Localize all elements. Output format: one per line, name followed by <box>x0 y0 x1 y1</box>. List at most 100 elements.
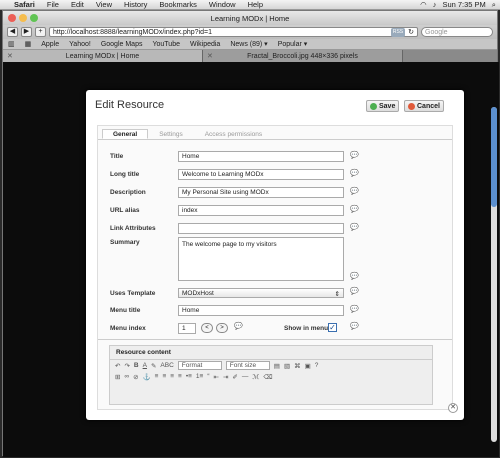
scrollbar-thumb[interactable] <box>491 107 497 207</box>
edit-icon[interactable]: ✐ <box>232 373 237 381</box>
bold-icon[interactable]: B <box>134 362 139 369</box>
indent-icon[interactable]: ⇥ <box>223 373 228 381</box>
insert-icon[interactable]: ⊞ <box>115 373 120 381</box>
menu-safari[interactable]: Safari <box>14 0 35 9</box>
paste-word-icon[interactable]: ▧ <box>284 362 290 370</box>
highlight-icon[interactable]: ✎ <box>151 362 156 370</box>
title-field[interactable]: Home <box>178 151 344 162</box>
back-button[interactable]: ◀ <box>7 27 18 37</box>
reload-icon[interactable]: ↻ <box>408 28 414 37</box>
align-center-icon[interactable]: ≡ <box>162 373 166 380</box>
cancel-icon <box>408 102 415 110</box>
tab-general[interactable]: General <box>102 129 149 139</box>
bookmark-news[interactable]: News (89) ▾ <box>230 40 267 48</box>
text-color-icon[interactable]: A <box>143 362 147 369</box>
bookmark-youtube[interactable]: YouTube <box>152 41 180 48</box>
tab-access-permissions[interactable]: Access permissions <box>194 129 273 139</box>
anchor-icon[interactable]: ⚓ <box>143 373 151 381</box>
add-bookmark-button[interactable]: + <box>35 27 46 37</box>
summary-textarea[interactable]: The welcome page to my visitors <box>178 237 344 281</box>
menu-view[interactable]: View <box>96 0 112 9</box>
help-icon[interactable]: 💬 <box>350 287 359 295</box>
undo-icon[interactable]: ↶ <box>115 362 120 370</box>
unlink-icon[interactable]: ⊘ <box>133 373 138 381</box>
close-window-icon[interactable] <box>8 14 16 22</box>
menu-help[interactable]: Help <box>248 0 263 9</box>
cancel-label: Cancel <box>417 102 440 110</box>
link-attributes-field[interactable] <box>178 223 344 234</box>
bookmark-wikipedia[interactable]: Wikipedia <box>190 41 220 48</box>
align-right-icon[interactable]: ≡ <box>170 373 174 380</box>
search-input[interactable]: Google <box>421 27 493 37</box>
tab-settings[interactable]: Settings <box>148 129 194 139</box>
font-size-select[interactable]: Font size <box>225 361 270 370</box>
zoom-window-icon[interactable] <box>30 14 38 22</box>
show-in-menu-checkbox[interactable]: ✓ <box>328 323 337 332</box>
increment-button[interactable]: > <box>216 323 228 333</box>
tab-fractal-broccoli[interactable]: ✕ Fractal_Broccoli.jpg 448×336 pixels <box>203 50 403 62</box>
long-title-field[interactable]: Welcome to Learning MODx <box>178 169 344 180</box>
volume-icon[interactable]: ♪ <box>433 0 437 9</box>
close-tab-icon[interactable]: ✕ <box>207 52 213 60</box>
bookmarks-grid-icon[interactable]: ▦ <box>25 40 32 48</box>
menu-window[interactable]: Window <box>209 0 236 9</box>
page-scrollbar[interactable] <box>491 107 497 442</box>
menu-title-field[interactable]: Home <box>178 305 344 316</box>
forward-button[interactable]: ▶ <box>21 27 32 37</box>
divider <box>98 339 452 340</box>
close-tab-icon[interactable]: ✕ <box>7 52 13 60</box>
minimize-window-icon[interactable] <box>19 14 27 22</box>
help-icon[interactable]: 💬 <box>350 187 359 195</box>
bookmarks-book-icon[interactable]: ▥ <box>8 40 15 48</box>
link-icon[interactable]: ∞ <box>124 373 129 380</box>
styles-icon[interactable]: ℳ <box>252 373 259 381</box>
help-icon[interactable]: 💬 <box>350 151 359 159</box>
menu-history[interactable]: History <box>124 0 147 9</box>
help-icon[interactable]: 💬 <box>350 272 359 280</box>
cancel-button[interactable]: Cancel <box>404 100 444 112</box>
hr-icon[interactable]: — <box>242 373 249 380</box>
number-list-icon[interactable]: 1≡ <box>196 373 203 380</box>
bookmark-apple[interactable]: Apple <box>41 41 59 48</box>
template-select[interactable]: MODxHost ⇕ <box>178 288 344 298</box>
outdent-icon[interactable]: ⇤ <box>214 373 219 381</box>
html-icon[interactable]: ⌘ <box>294 362 301 370</box>
paste-icon[interactable]: ▤ <box>274 362 280 370</box>
tab-label: Learning MODx | Home <box>65 52 140 60</box>
menu-file[interactable]: File <box>47 0 59 9</box>
url-alias-field[interactable]: index <box>178 205 344 216</box>
address-bar[interactable]: http://localhost:8888/learningMODx/index… <box>49 27 418 37</box>
wifi-icon[interactable]: ◠ <box>420 0 427 9</box>
close-dialog-icon[interactable]: ✕ <box>448 403 458 413</box>
bullet-list-icon[interactable]: •≡ <box>186 373 192 380</box>
spotlight-icon[interactable]: ⌕ <box>492 0 496 10</box>
justify-icon[interactable]: ≡ <box>178 373 182 380</box>
help-circle-icon[interactable]: ? <box>315 362 319 369</box>
bookmark-yahoo[interactable]: Yahoo! <box>69 41 91 48</box>
cleanup-icon[interactable]: ⌫ <box>263 373 272 381</box>
description-field[interactable]: My Personal Site using MODx <box>178 187 344 198</box>
menu-index-field[interactable]: 1 <box>178 323 196 334</box>
help-icon[interactable]: 💬 <box>234 322 243 330</box>
bookmark-google-maps[interactable]: Google Maps <box>101 41 143 48</box>
menu-bookmarks[interactable]: Bookmarks <box>159 0 197 9</box>
image-icon[interactable]: ▣ <box>305 362 311 370</box>
help-icon[interactable]: 💬 <box>350 223 359 231</box>
save-button[interactable]: Save <box>366 100 400 112</box>
help-icon[interactable]: 💬 <box>350 169 359 177</box>
clock[interactable]: Sun 7:35 PM <box>442 0 485 9</box>
titlebar: Learning MODx | Home <box>3 11 497 25</box>
spellcheck-icon[interactable]: ABC <box>160 362 173 369</box>
bookmark-popular[interactable]: Popular ▾ <box>278 40 308 48</box>
menu-edit[interactable]: Edit <box>71 0 84 9</box>
help-icon[interactable]: 💬 <box>350 205 359 213</box>
blockquote-icon[interactable]: “ <box>207 373 209 380</box>
rss-badge[interactable]: RSS <box>390 27 406 37</box>
help-icon[interactable]: 💬 <box>350 305 359 313</box>
format-select[interactable]: Format <box>177 361 222 370</box>
tab-learning-modx[interactable]: ✕ Learning MODx | Home <box>3 50 203 62</box>
help-icon[interactable]: 💬 <box>350 322 359 330</box>
redo-icon[interactable]: ↷ <box>124 362 129 370</box>
decrement-button[interactable]: < <box>201 323 213 333</box>
align-left-icon[interactable]: ≡ <box>155 373 159 380</box>
